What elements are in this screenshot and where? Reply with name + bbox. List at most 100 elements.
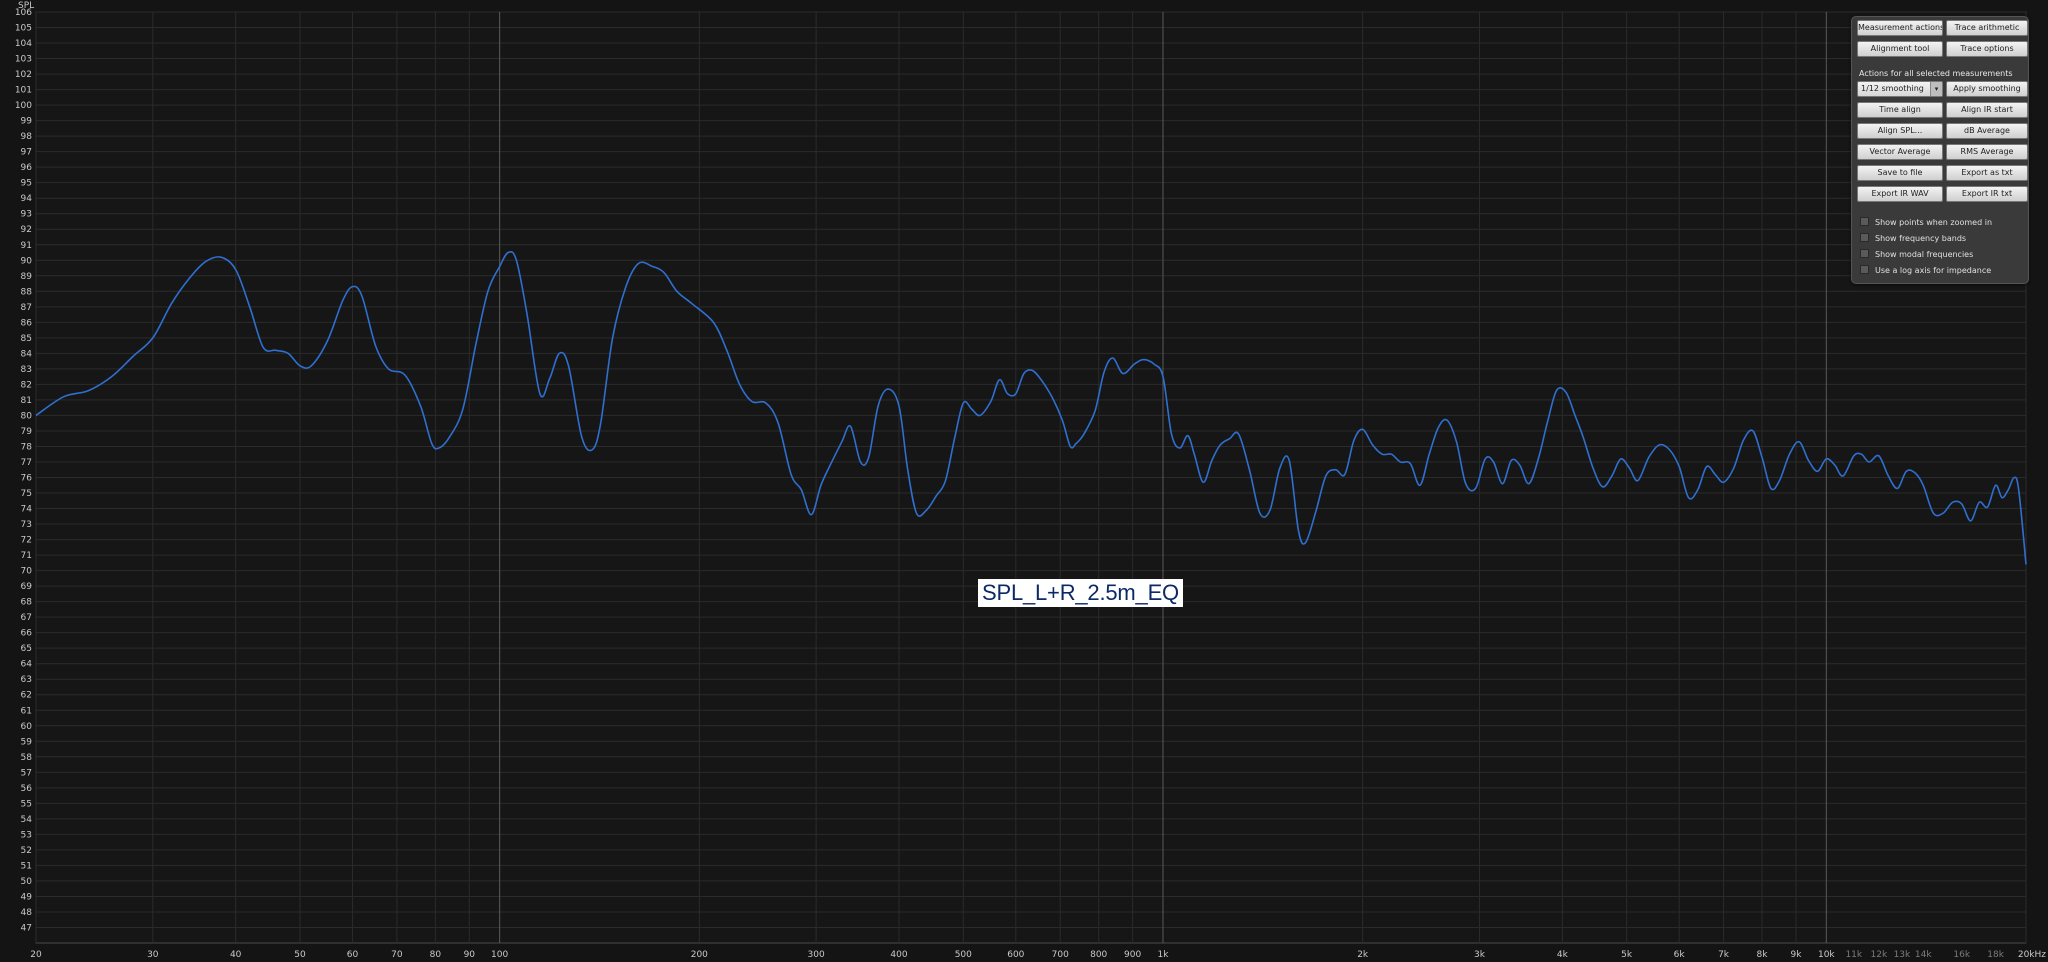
trace-options-button[interactable]: Trace options bbox=[1946, 41, 2028, 57]
measurement-actions-button[interactable]: Measurement actions bbox=[1857, 20, 1943, 36]
y-tick-label: 92 bbox=[21, 225, 32, 235]
y-tick-label: 95 bbox=[21, 179, 32, 189]
y-tick-label: 75 bbox=[21, 489, 32, 499]
y-tick-label: 70 bbox=[21, 567, 33, 577]
x-tick-label: 1k bbox=[1158, 950, 1170, 960]
checkbox-icon[interactable] bbox=[1860, 265, 1869, 274]
x-tick-label: 20 bbox=[30, 950, 42, 960]
y-tick-label: 101 bbox=[15, 86, 32, 96]
vector-average-button[interactable]: Vector Average bbox=[1857, 144, 1943, 160]
x-tick-label: 10k bbox=[1818, 950, 1835, 960]
align-ir-start-button[interactable]: Align IR start bbox=[1946, 102, 2028, 118]
y-tick-label: 100 bbox=[15, 101, 32, 111]
y-tick-label: 82 bbox=[21, 380, 32, 390]
time-align-button[interactable]: Time align bbox=[1857, 102, 1943, 118]
show-points-checkbox[interactable]: Show points when zoomed in bbox=[1860, 217, 1992, 227]
y-tick-label: 104 bbox=[15, 39, 32, 49]
x-tick-label: 40 bbox=[230, 950, 242, 960]
x-tick-label: 400 bbox=[890, 950, 907, 960]
y-tick-label: 83 bbox=[21, 365, 32, 375]
x-tick-label: 70 bbox=[391, 950, 403, 960]
save-to-file-button[interactable]: Save to file bbox=[1857, 165, 1943, 181]
log-axis-impedance-checkbox[interactable]: Use a log axis for impedance bbox=[1860, 265, 1991, 275]
y-tick-label: 57 bbox=[21, 768, 32, 778]
x-tick-label: 14k bbox=[1915, 950, 1932, 960]
y-tick-label: 85 bbox=[21, 334, 32, 344]
y-tick-label: 72 bbox=[21, 536, 32, 546]
db-average-button[interactable]: dB Average bbox=[1946, 123, 2028, 139]
y-tick-label: 71 bbox=[21, 551, 32, 561]
y-tick-label: 79 bbox=[21, 427, 33, 437]
export-ir-txt-button[interactable]: Export IR txt bbox=[1946, 186, 2028, 202]
trace-name-label[interactable]: SPL_L+R_2.5m_EQ bbox=[978, 579, 1183, 607]
checkbox-icon[interactable] bbox=[1860, 233, 1869, 242]
smoothing-select[interactable]: 1/12 smoothing ▾ bbox=[1857, 81, 1943, 97]
y-tick-label: 73 bbox=[21, 520, 32, 530]
x-tick-label: 90 bbox=[464, 950, 476, 960]
y-tick-label: 53 bbox=[21, 830, 32, 840]
y-tick-label: 96 bbox=[21, 163, 33, 173]
export-as-txt-button[interactable]: Export as txt bbox=[1946, 165, 2028, 181]
y-tick-label: 77 bbox=[21, 458, 32, 468]
x-tick-label: 100 bbox=[491, 950, 508, 960]
checkbox-icon[interactable] bbox=[1860, 217, 1869, 226]
y-tick-label: 48 bbox=[21, 908, 33, 918]
y-axis-title: SPL bbox=[18, 1, 34, 11]
y-tick-label: 103 bbox=[15, 55, 32, 65]
y-tick-label: 102 bbox=[15, 70, 32, 80]
export-ir-wav-button[interactable]: Export IR WAV bbox=[1857, 186, 1943, 202]
y-tick-label: 59 bbox=[21, 737, 33, 747]
y-tick-label: 63 bbox=[21, 675, 32, 685]
y-tick-label: 55 bbox=[21, 799, 32, 809]
x-tick-label: 18k bbox=[1987, 950, 2004, 960]
alignment-tool-button[interactable]: Alignment tool bbox=[1857, 41, 1943, 57]
apply-smoothing-button[interactable]: Apply smoothing bbox=[1946, 81, 2028, 97]
x-tick-label: 6k bbox=[1674, 950, 1686, 960]
y-tick-label: 84 bbox=[21, 349, 33, 359]
x-tick-label: 800 bbox=[1090, 950, 1107, 960]
y-tick-label: 91 bbox=[21, 241, 32, 251]
chevron-down-icon[interactable]: ▾ bbox=[1930, 82, 1942, 96]
show-frequency-bands-checkbox[interactable]: Show frequency bands bbox=[1860, 233, 1966, 243]
x-tick-label: 20kHz bbox=[2018, 950, 2046, 960]
align-spl-button[interactable]: Align SPL... bbox=[1857, 123, 1943, 139]
y-tick-label: 88 bbox=[21, 287, 33, 297]
y-tick-label: 76 bbox=[21, 474, 33, 484]
y-tick-label: 99 bbox=[21, 117, 33, 127]
x-tick-label: 50 bbox=[294, 950, 306, 960]
x-tick-label: 11k bbox=[1845, 950, 1862, 960]
y-tick-label: 61 bbox=[21, 706, 32, 716]
y-tick-label: 47 bbox=[21, 923, 32, 933]
grid bbox=[35, 11, 2027, 944]
show-modal-frequencies-checkbox[interactable]: Show modal frequencies bbox=[1860, 249, 1973, 259]
x-tick-label: 2k bbox=[1357, 950, 1369, 960]
spl-chart[interactable]: 20 30 40 50 60 70 80 90 100 200 300 400 500 600 700 800… bbox=[0, 0, 2048, 962]
smoothing-select-value: 1/12 smoothing bbox=[1861, 84, 1924, 93]
y-tick-label: 94 bbox=[21, 194, 33, 204]
y-tick-label: 97 bbox=[21, 148, 32, 158]
y-tick-label: 105 bbox=[15, 24, 32, 34]
checkbox-label: Use a log axis for impedance bbox=[1875, 266, 1992, 275]
x-tick-label: 3k bbox=[1474, 950, 1486, 960]
x-tick-label: 16k bbox=[1953, 950, 1970, 960]
trace-arithmetic-button[interactable]: Trace arithmetic bbox=[1946, 20, 2028, 36]
checkbox-icon[interactable] bbox=[1860, 249, 1869, 258]
y-tick-label: 98 bbox=[21, 132, 33, 142]
y-tick-label: 80 bbox=[21, 411, 33, 421]
x-tick-label: 60 bbox=[347, 950, 359, 960]
checkbox-label: Show points when zoomed in bbox=[1875, 218, 1993, 227]
y-tick-label: 56 bbox=[21, 784, 33, 794]
controls-panel: Measurement actions Trace arithmetic Ali… bbox=[1851, 16, 2029, 284]
rms-average-button[interactable]: RMS Average bbox=[1946, 144, 2028, 160]
y-tick-label: 51 bbox=[21, 861, 32, 871]
y-tick-label: 86 bbox=[21, 318, 33, 328]
section-title: Actions for all selected measurements bbox=[1859, 69, 2013, 78]
x-tick-label: 30 bbox=[147, 950, 159, 960]
checkbox-label: Show modal frequencies bbox=[1875, 250, 1974, 259]
y-tick-label: 65 bbox=[21, 644, 32, 654]
x-tick-label: 700 bbox=[1052, 950, 1069, 960]
x-tick-label: 8k bbox=[1757, 950, 1769, 960]
x-tick-label: 5k bbox=[1621, 950, 1633, 960]
y-tick-label: 69 bbox=[21, 582, 33, 592]
x-tick-label: 12k bbox=[1871, 950, 1888, 960]
